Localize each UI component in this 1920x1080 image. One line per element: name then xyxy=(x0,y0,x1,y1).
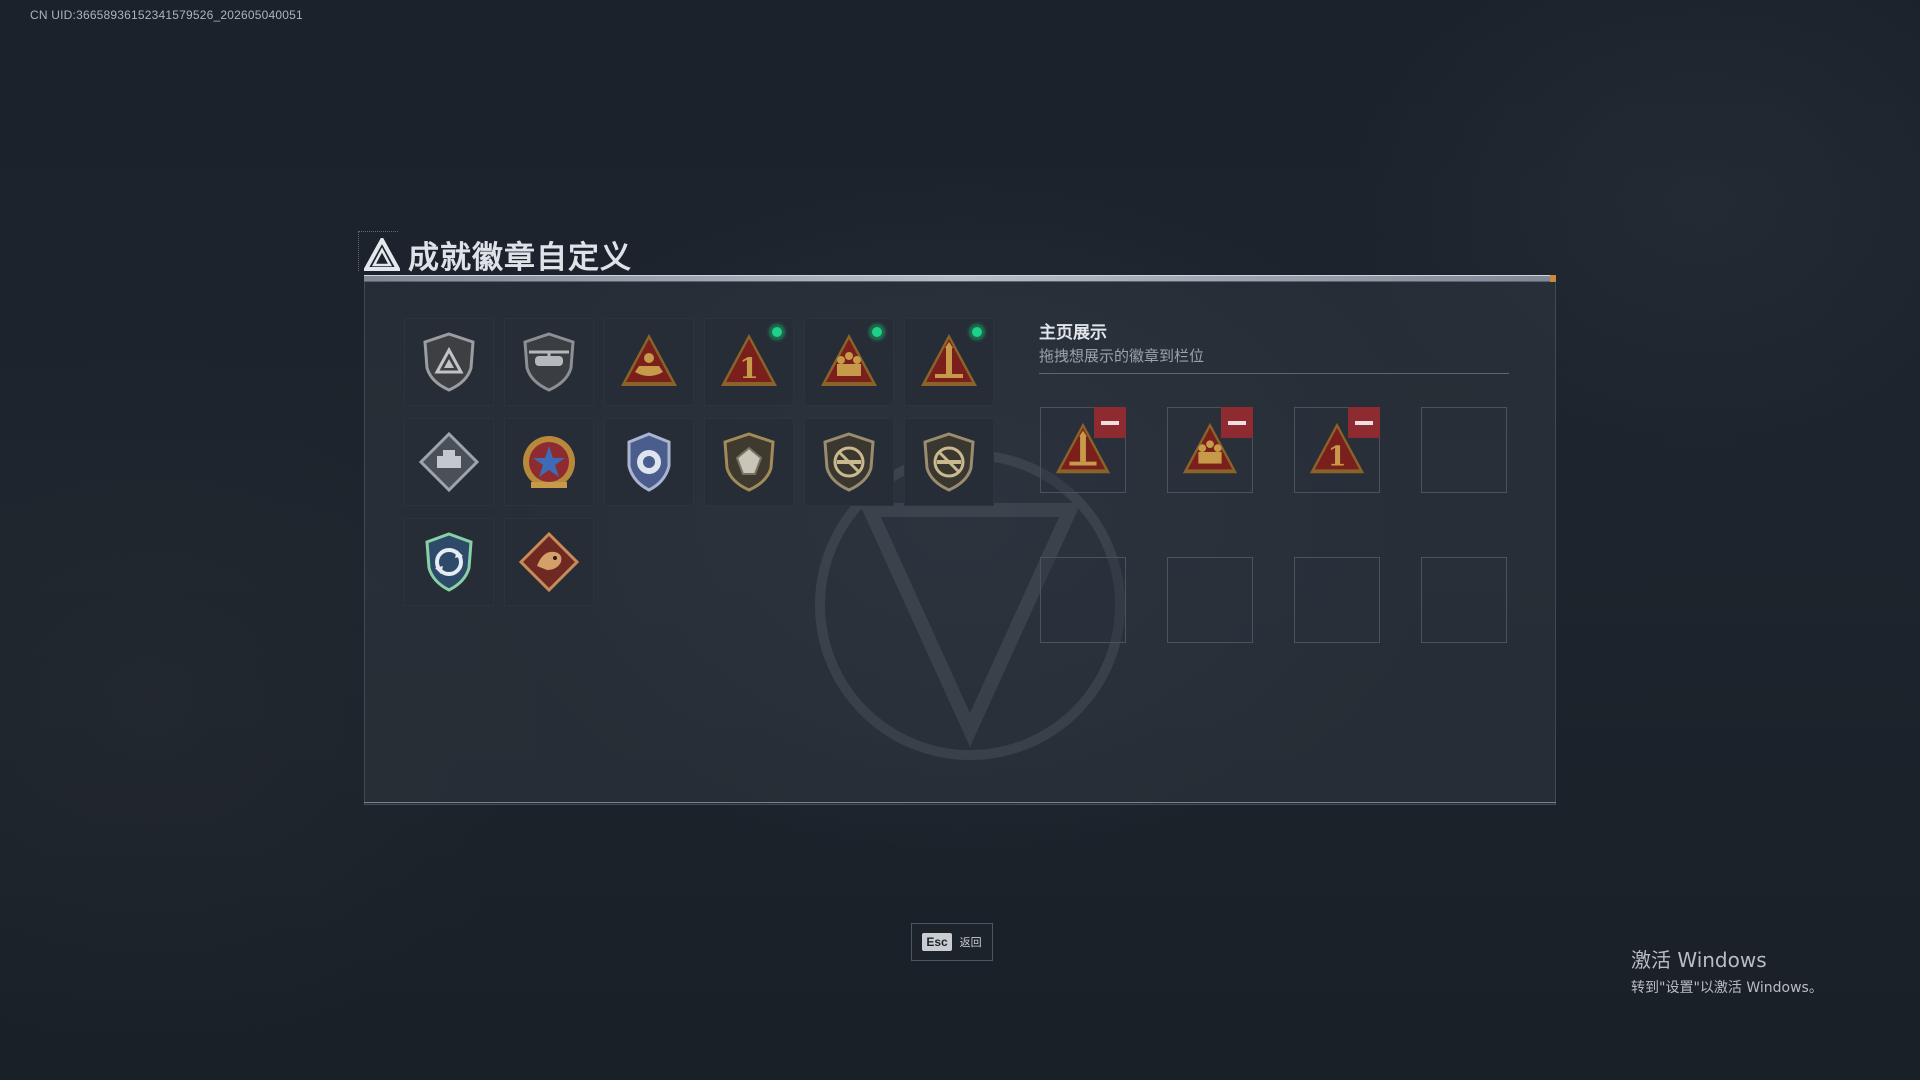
badge-cell[interactable]: 1 xyxy=(704,318,794,406)
selected-indicator xyxy=(970,325,984,339)
gold-triangle-boat-badge-icon xyxy=(621,334,677,386)
minus-icon xyxy=(1101,420,1119,425)
minus-icon xyxy=(1228,420,1246,425)
remove-badge-button[interactable] xyxy=(1348,407,1380,438)
selected-indicator xyxy=(870,325,884,339)
badge-grid: 1 xyxy=(404,318,994,606)
esc-key-label: Esc xyxy=(922,933,952,951)
activation-subtitle: 转到"设置"以激活 Windows。 xyxy=(1631,980,1823,996)
star-medal-badge-icon xyxy=(523,436,575,488)
gold-triangle-soldiers-badge-icon xyxy=(821,334,877,386)
gold-triangle-rocket-badge-icon xyxy=(921,334,977,386)
badge-cell[interactable] xyxy=(404,418,494,506)
showcase-slot[interactable] xyxy=(1421,407,1507,493)
svg-text:1: 1 xyxy=(1328,442,1347,473)
badge-cell[interactable] xyxy=(504,518,594,606)
badge-cell[interactable] xyxy=(704,418,794,506)
panel-bottom-line xyxy=(364,802,1556,805)
gold-triangle-number-one-badge-icon: 1 xyxy=(721,334,777,386)
badge-cell[interactable] xyxy=(504,318,594,406)
back-label: 返回 xyxy=(959,936,982,949)
svg-text:1: 1 xyxy=(739,352,758,385)
silver-shield-triangle-badge-icon xyxy=(423,332,475,392)
remove-badge-button[interactable] xyxy=(1094,407,1126,438)
panel-top-bar xyxy=(364,275,1556,282)
badge-cell[interactable] xyxy=(804,418,894,506)
showcase-slot[interactable] xyxy=(1040,557,1126,643)
showcase-slot[interactable] xyxy=(1167,557,1253,643)
badge-cell[interactable] xyxy=(904,318,994,406)
green-recycle-shield-badge-icon xyxy=(425,532,473,592)
blue-police-badge-icon xyxy=(627,432,671,492)
no-rifle-shield-badge-2-icon xyxy=(923,432,975,492)
page-title: 成就徽章自定义 xyxy=(408,240,632,276)
no-rifle-shield-badge-icon xyxy=(823,432,875,492)
badge-cell[interactable] xyxy=(404,518,494,606)
showcase-slot[interactable]: 1 xyxy=(1294,407,1380,493)
showcase-slot[interactable] xyxy=(1421,557,1507,643)
red-dragon-diamond-badge-icon xyxy=(518,531,580,593)
activation-title: 激活 Windows xyxy=(1631,948,1767,972)
remove-badge-button[interactable] xyxy=(1221,407,1253,438)
showcase-slots: 1 xyxy=(1040,407,1507,643)
badge-cell[interactable] xyxy=(604,418,694,506)
back-button[interactable]: Esc 返回 xyxy=(911,923,993,961)
badge-cell[interactable] xyxy=(504,418,594,506)
uid-label: CN UID:3665893615234157952​6_20260504005… xyxy=(30,8,303,22)
showcase-divider xyxy=(1039,373,1509,374)
badge-cell[interactable] xyxy=(804,318,894,406)
windows-activation-watermark: 激活 Windows 转到"设置"以激活 Windows。 xyxy=(1631,944,1823,997)
showcase-subtitle: 拖拽想展示的徽章到栏位 xyxy=(1039,347,1205,365)
delta-logo-icon xyxy=(364,237,400,271)
showcase-slot[interactable] xyxy=(1167,407,1253,493)
minus-icon xyxy=(1355,420,1373,425)
gem-shield-badge-icon xyxy=(723,432,775,492)
showcase-title: 主页展示 xyxy=(1039,323,1107,343)
badge-cell[interactable] xyxy=(404,318,494,406)
diamond-vehicle-badge-icon xyxy=(418,431,480,493)
showcase-slot[interactable] xyxy=(1294,557,1380,643)
selected-indicator xyxy=(770,325,784,339)
badge-cell[interactable] xyxy=(904,418,994,506)
showcase-slot[interactable] xyxy=(1040,407,1126,493)
badge-cell[interactable] xyxy=(604,318,694,406)
title-bar: 成就徽章自定义 xyxy=(364,232,632,277)
helicopter-shield-badge-icon xyxy=(523,332,575,392)
